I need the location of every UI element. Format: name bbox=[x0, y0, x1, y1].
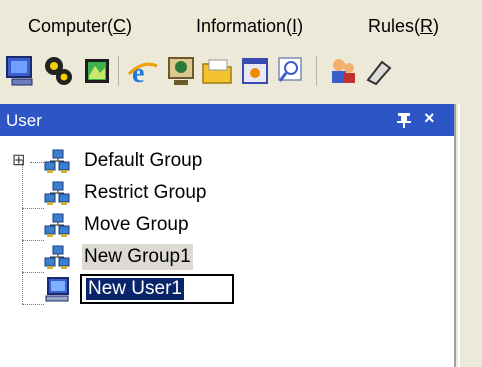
user-panel: User × ⊞ Default Group Restrict Group Mo… bbox=[0, 104, 456, 367]
divider bbox=[458, 104, 460, 367]
group-icon bbox=[44, 181, 70, 205]
group-icon bbox=[44, 245, 70, 269]
computer-icon[interactable] bbox=[4, 54, 38, 88]
rename-input[interactable]: New User1 bbox=[80, 274, 234, 304]
toolbar-separator bbox=[118, 56, 119, 86]
panel-header: User × bbox=[0, 104, 454, 136]
panel-title: User bbox=[6, 111, 42, 130]
menu-rules-suffix: ) bbox=[433, 16, 440, 36]
folder-icon[interactable] bbox=[200, 54, 234, 88]
settings-gears-icon[interactable] bbox=[42, 54, 76, 88]
user-computer-icon bbox=[45, 277, 69, 302]
menu-bar: Computer(C) Information(I) Rules(R) bbox=[0, 0, 482, 46]
toolbar: e bbox=[0, 46, 482, 102]
tree-item-new-group1[interactable]: New Group1 bbox=[0, 242, 454, 274]
close-icon[interactable]: × bbox=[424, 108, 435, 129]
monitor-icon[interactable] bbox=[164, 54, 198, 88]
toolbar-separator bbox=[316, 56, 317, 86]
tree-item-label: Default Group bbox=[84, 150, 203, 171]
tool-icon[interactable] bbox=[362, 54, 396, 88]
search-icon[interactable] bbox=[274, 54, 308, 88]
tree-item-restrict-group[interactable]: Restrict Group bbox=[0, 178, 454, 210]
tree-item-move-group[interactable]: Move Group bbox=[0, 210, 454, 242]
window-icon[interactable] bbox=[238, 54, 272, 88]
menu-information-suffix: ) bbox=[297, 16, 304, 36]
right-pane-edge bbox=[458, 104, 482, 367]
menu-rules[interactable]: Rules(R) bbox=[368, 16, 439, 37]
rename-input-text: New User1 bbox=[86, 278, 184, 300]
menu-rules-text: Rules( bbox=[368, 16, 421, 36]
menu-computer[interactable]: Computer(C) bbox=[28, 16, 132, 37]
menu-computer-text: Computer( bbox=[28, 16, 114, 36]
pin-icon[interactable] bbox=[394, 110, 414, 130]
picture-icon[interactable] bbox=[80, 54, 114, 88]
users-icon[interactable] bbox=[326, 54, 360, 88]
menu-rules-accel: R bbox=[420, 16, 434, 36]
user-tree: ⊞ Default Group Restrict Group Move Grou… bbox=[0, 136, 454, 367]
group-icon bbox=[44, 149, 70, 173]
expand-icon[interactable]: ⊞ bbox=[12, 150, 25, 170]
group-icon bbox=[44, 213, 70, 237]
tree-item-default-group[interactable]: ⊞ Default Group bbox=[0, 146, 454, 178]
menu-computer-suffix: ) bbox=[126, 16, 133, 36]
menu-computer-accel: C bbox=[113, 16, 127, 36]
tree-item-new-user1[interactable]: New User1 bbox=[0, 274, 454, 306]
menu-information-text: Information( bbox=[196, 16, 293, 36]
tree-item-label: New Group1 bbox=[82, 244, 193, 270]
menu-information[interactable]: Information(I) bbox=[196, 16, 303, 37]
internet-explorer-icon[interactable]: e bbox=[126, 54, 160, 88]
tree-item-label: Restrict Group bbox=[84, 182, 207, 203]
svg-text:e: e bbox=[132, 58, 144, 88]
tree-item-label: Move Group bbox=[84, 214, 189, 235]
